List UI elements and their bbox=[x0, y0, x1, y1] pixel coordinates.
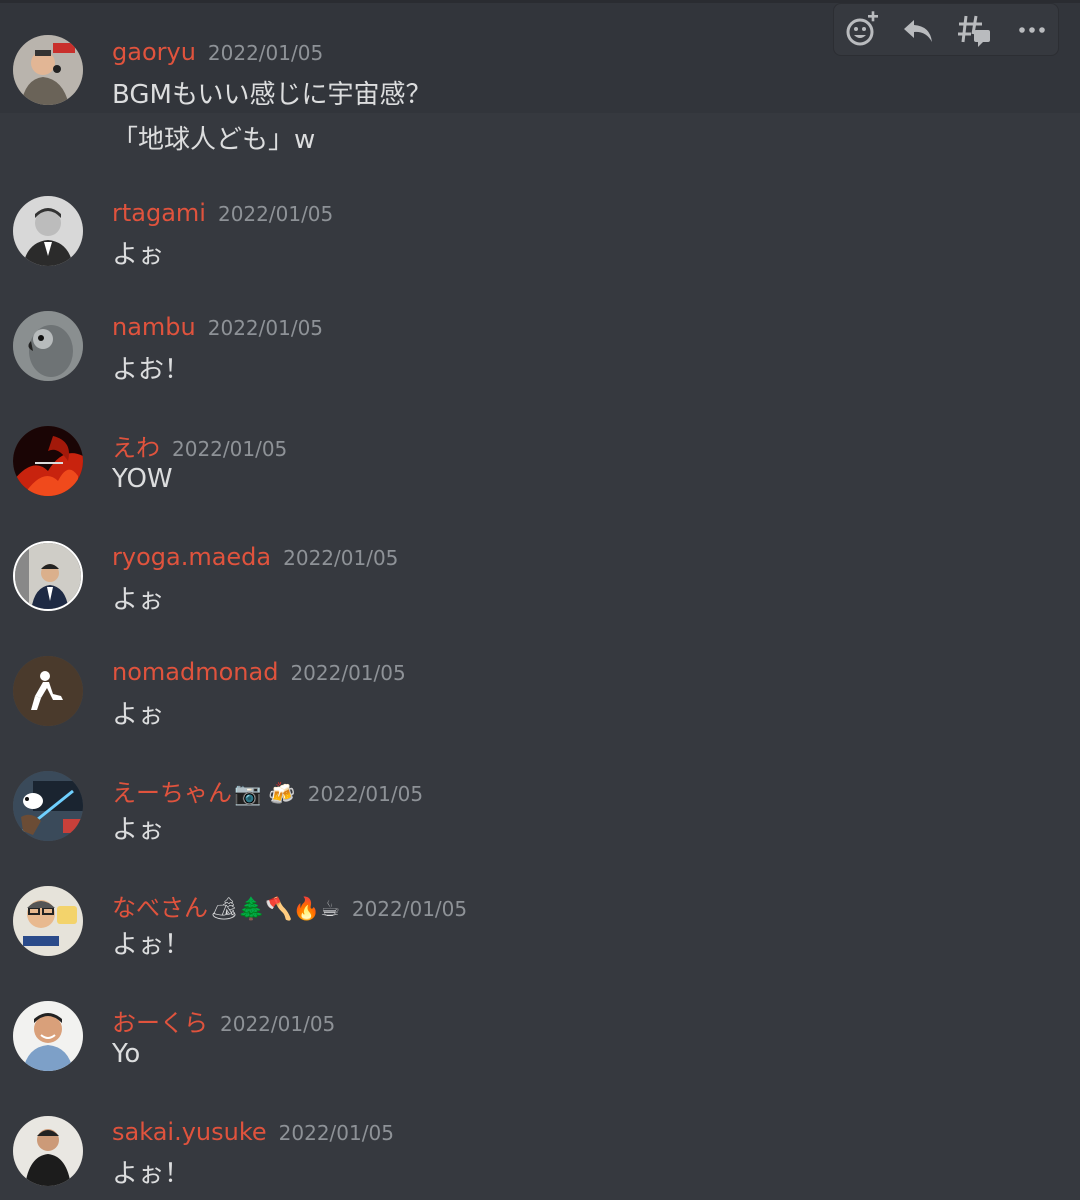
avatar[interactable] bbox=[13, 35, 83, 105]
message-text: Yo bbox=[112, 1039, 141, 1069]
author-emoji: 📷 🍻 bbox=[234, 782, 296, 807]
avatar[interactable] bbox=[13, 656, 83, 726]
create-thread-button[interactable] bbox=[954, 10, 994, 50]
avatar[interactable] bbox=[13, 311, 83, 381]
timestamp: 2022/01/05 bbox=[172, 437, 288, 461]
avatar[interactable] bbox=[13, 196, 83, 266]
more-options-icon bbox=[1019, 27, 1045, 33]
timestamp: 2022/01/05 bbox=[220, 1012, 336, 1036]
author-name[interactable]: ryoga.maeda bbox=[112, 543, 271, 571]
more-options-button[interactable] bbox=[1012, 10, 1052, 50]
message-header: rtagami 2022/01/05 bbox=[112, 199, 333, 227]
message-text: よぉ bbox=[112, 585, 165, 615]
message-text: YOW bbox=[112, 464, 173, 494]
message-text: よぉ bbox=[112, 700, 165, 730]
timestamp: 2022/01/05 bbox=[207, 41, 324, 65]
author-name[interactable]: sakai.yusuke bbox=[112, 1118, 267, 1146]
author-name[interactable]: おーくら bbox=[112, 1009, 208, 1037]
author-emoji: 🏕🌲🪓🔥☕ bbox=[210, 897, 340, 922]
message-header: sakai.yusuke 2022/01/05 bbox=[112, 1118, 394, 1146]
message-header: nomadmonad 2022/01/05 bbox=[112, 658, 406, 686]
message-text: よぉ bbox=[112, 815, 165, 845]
avatar[interactable] bbox=[13, 771, 83, 841]
message-header: nambu 2022/01/05 bbox=[112, 313, 323, 341]
timestamp: 2022/01/05 bbox=[307, 782, 424, 806]
message-text: よぉ！ bbox=[112, 930, 191, 960]
avatar[interactable] bbox=[13, 886, 83, 956]
author-name[interactable]: nambu bbox=[112, 313, 196, 341]
timestamp: 2022/01/05 bbox=[283, 546, 399, 570]
message-header: おーくら 2022/01/05 bbox=[112, 1003, 335, 1038]
message-action-toolbar bbox=[833, 3, 1059, 56]
add-reaction-icon bbox=[846, 11, 878, 46]
author-name[interactable]: nomadmonad bbox=[112, 658, 278, 686]
avatar[interactable] bbox=[13, 541, 83, 611]
message-header: えわ 2022/01/05 bbox=[112, 428, 287, 463]
timestamp: 2022/01/05 bbox=[207, 316, 324, 340]
message-text: 「地球人ども」w bbox=[112, 125, 316, 155]
add-reaction-button[interactable] bbox=[842, 10, 882, 50]
create-thread-icon bbox=[958, 15, 990, 47]
message-header: えーちゃん📷 🍻 2022/01/05 bbox=[112, 773, 423, 808]
message-list: gaoryu 2022/01/05 BGMもいい感じに宇宙感？ 「地球人ども」w … bbox=[0, 0, 1080, 1200]
reply-icon bbox=[904, 20, 932, 42]
avatar[interactable] bbox=[13, 426, 83, 496]
reply-button[interactable] bbox=[898, 10, 938, 50]
timestamp: 2022/01/05 bbox=[217, 202, 334, 226]
author-name[interactable]: えーちゃん bbox=[112, 779, 232, 807]
timestamp: 2022/01/05 bbox=[278, 1121, 394, 1145]
timestamp: 2022/01/05 bbox=[290, 661, 406, 685]
avatar[interactable] bbox=[13, 1001, 83, 1071]
message-header: なべさん🏕🌲🪓🔥☕ 2022/01/05 bbox=[112, 888, 467, 923]
avatar[interactable] bbox=[13, 1116, 83, 1186]
author-name[interactable]: えわ bbox=[112, 434, 160, 462]
message-text: BGMもいい感じに宇宙感？ bbox=[112, 80, 432, 110]
author-name[interactable]: gaoryu bbox=[112, 38, 196, 66]
message-text: よぉ bbox=[112, 240, 165, 270]
author-name[interactable]: なべさん bbox=[112, 894, 208, 922]
message-text: よお！ bbox=[112, 355, 191, 385]
timestamp: 2022/01/05 bbox=[351, 897, 468, 921]
message-text: よぉ！ bbox=[112, 1159, 191, 1189]
author-name[interactable]: rtagami bbox=[112, 199, 206, 227]
message-header: gaoryu 2022/01/05 bbox=[112, 38, 323, 66]
message-header: ryoga.maeda 2022/01/05 bbox=[112, 543, 398, 571]
